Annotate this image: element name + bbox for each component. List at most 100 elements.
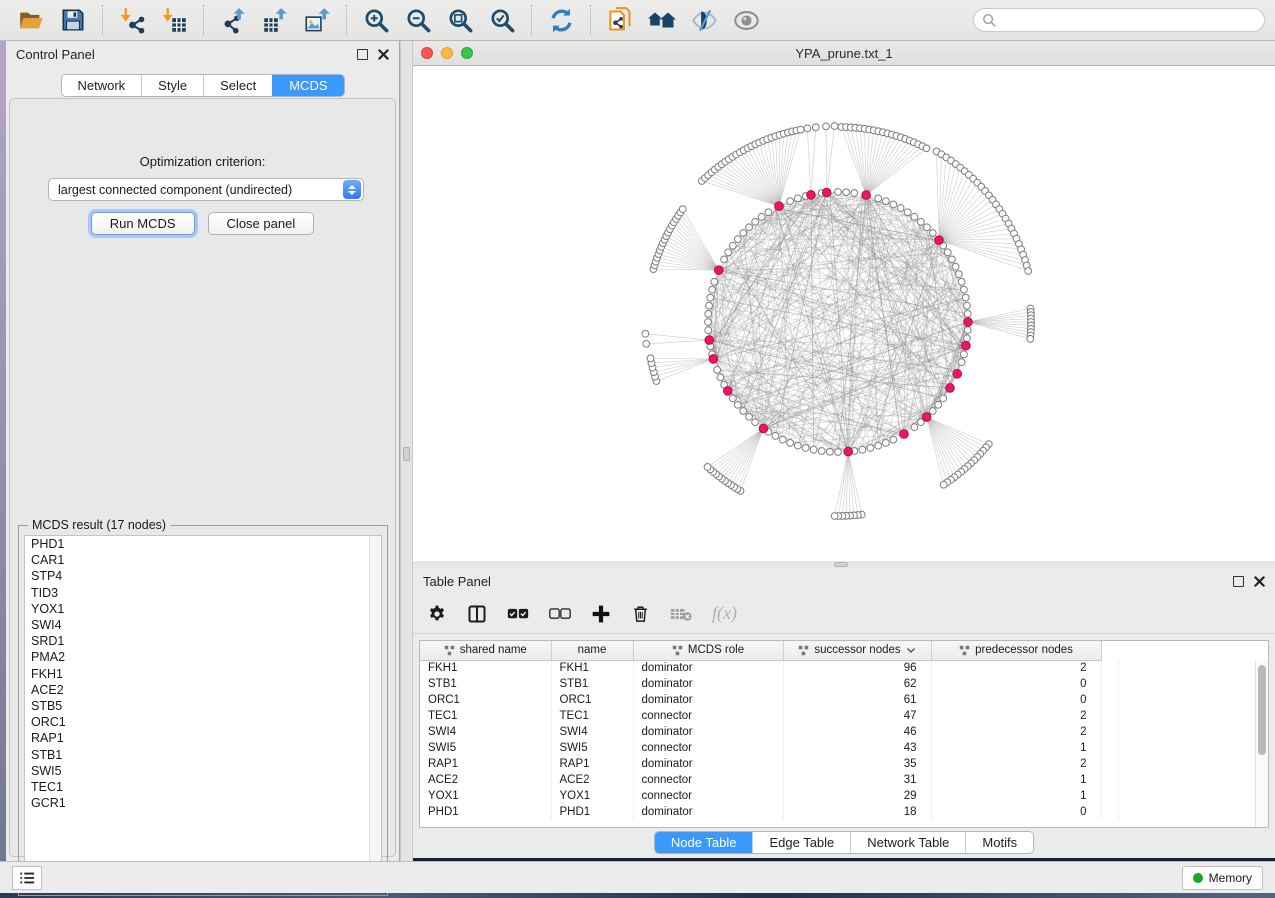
delete-column-icon[interactable] <box>631 604 650 624</box>
mcds-result-item[interactable]: FKH1 <box>25 666 381 682</box>
network-node[interactable] <box>740 230 747 237</box>
network-node[interactable] <box>882 198 889 205</box>
network-node[interactable] <box>812 124 819 131</box>
splitter-handle[interactable] <box>403 447 410 461</box>
network-node[interactable] <box>962 294 969 301</box>
network-node[interactable] <box>843 189 850 196</box>
network-node[interactable] <box>923 145 930 152</box>
import-table-icon[interactable] <box>159 5 189 35</box>
export-table-icon[interactable] <box>260 5 290 35</box>
network-node[interactable] <box>897 205 904 212</box>
delete-table-icon-disabled[interactable] <box>670 606 692 622</box>
mcds-result-item[interactable]: STP4 <box>25 568 381 584</box>
column-header-predecessor-nodes[interactable]: predecessor nodes <box>931 641 1101 660</box>
zoom-in-icon[interactable] <box>361 5 391 35</box>
table-row[interactable]: STB1STB1dominator620 <box>420 676 1118 692</box>
run-mcds-button[interactable]: Run MCDS <box>91 212 195 235</box>
network-node[interactable] <box>964 302 971 309</box>
column-header-name[interactable]: name <box>551 641 633 660</box>
tab-edge-table[interactable]: Edge Table <box>752 832 850 853</box>
mcds-hub-node[interactable] <box>709 355 718 364</box>
network-node[interactable] <box>804 125 811 132</box>
network-node[interactable] <box>705 319 712 326</box>
table-row[interactable]: SWI4SWI4dominator462 <box>420 724 1118 740</box>
mcds-hub-node[interactable] <box>953 370 962 379</box>
network-node[interactable] <box>709 286 716 293</box>
network-node[interactable] <box>752 419 759 426</box>
export-image-icon[interactable] <box>302 5 332 35</box>
tab-select[interactable]: Select <box>203 75 272 96</box>
mcds-hub-node[interactable] <box>705 336 714 345</box>
mcds-result-item[interactable]: PMA2 <box>25 649 381 665</box>
network-node[interactable] <box>711 278 718 285</box>
close-panel-icon[interactable] <box>378 49 389 60</box>
mcds-hub-node[interactable] <box>714 266 723 275</box>
network-node[interactable] <box>705 310 712 317</box>
network-node[interactable] <box>823 123 830 130</box>
network-node[interactable] <box>929 408 936 415</box>
column-header-mcds-role[interactable]: MCDS role <box>633 641 783 660</box>
table-row[interactable]: PHD1PHD1dominator180 <box>420 804 1118 820</box>
network-node[interactable] <box>794 442 801 449</box>
network-node[interactable] <box>706 302 713 309</box>
tab-network-table[interactable]: Network Table <box>850 832 965 853</box>
go-home-icon[interactable] <box>647 5 677 35</box>
network-node[interactable] <box>961 351 968 358</box>
network-node[interactable] <box>729 395 736 402</box>
float-panel-icon[interactable] <box>1233 576 1244 587</box>
network-node[interactable] <box>958 278 965 285</box>
network-node[interactable] <box>859 446 866 453</box>
network-node[interactable] <box>964 335 971 342</box>
mcds-hub-node[interactable] <box>964 318 973 327</box>
network-node[interactable] <box>717 374 724 381</box>
network-node[interactable] <box>964 310 971 317</box>
mcds-hub-node[interactable] <box>807 191 816 200</box>
table-scrollbar[interactable] <box>1255 660 1268 827</box>
table-row[interactable]: SWI5SWI5connector431 <box>420 740 1118 756</box>
export-network-icon[interactable] <box>218 5 248 35</box>
import-network-icon[interactable] <box>117 5 147 35</box>
network-node[interactable] <box>831 513 838 520</box>
refresh-view-icon[interactable] <box>546 5 576 35</box>
task-history-button[interactable] <box>12 866 42 890</box>
column-header-shared-name[interactable]: shared name <box>420 641 551 660</box>
network-node[interactable] <box>831 123 838 130</box>
mcds-hub-node[interactable] <box>759 424 768 433</box>
table-settings-gear-icon[interactable] <box>427 604 447 624</box>
mcds-result-item[interactable]: SWI5 <box>25 763 381 779</box>
network-node[interactable] <box>964 327 971 334</box>
mcds-result-item[interactable]: RAP1 <box>25 730 381 746</box>
network-node[interactable] <box>867 445 874 452</box>
mcds-hub-node[interactable] <box>862 191 871 200</box>
zoom-fit-icon[interactable] <box>445 5 475 35</box>
network-node[interactable] <box>705 327 712 334</box>
network-canvas[interactable] <box>413 66 1275 560</box>
mcds-result-item[interactable]: YOX1 <box>25 601 381 617</box>
network-node[interactable] <box>802 445 809 452</box>
network-node[interactable] <box>642 330 649 337</box>
network-node[interactable] <box>851 190 858 197</box>
mcds-hub-node[interactable] <box>946 384 955 393</box>
network-node[interactable] <box>746 413 753 420</box>
network-node[interactable] <box>961 286 968 293</box>
tab-mcds[interactable]: MCDS <box>272 75 343 96</box>
network-node[interactable] <box>787 439 794 446</box>
network-node[interactable] <box>707 294 714 301</box>
network-node[interactable] <box>875 442 882 449</box>
table-row[interactable]: RAP1RAP1dominator352 <box>420 756 1118 772</box>
network-node[interactable] <box>643 340 650 347</box>
search-input[interactable] <box>997 13 1256 27</box>
network-node[interactable] <box>835 449 842 456</box>
scrollbar-thumb[interactable] <box>1258 665 1266 755</box>
mcds-hub-node[interactable] <box>723 387 732 396</box>
network-node[interactable] <box>714 366 721 373</box>
table-row[interactable]: ACE2ACE2connector311 <box>420 772 1118 788</box>
network-node[interactable] <box>810 446 817 453</box>
table-row[interactable]: ORC1ORC1dominator610 <box>420 692 1118 708</box>
mcds-result-item[interactable]: TID3 <box>25 585 381 601</box>
mcds-result-item[interactable]: STB1 <box>25 747 381 763</box>
network-node[interactable] <box>647 355 654 362</box>
network-node[interactable] <box>740 408 747 415</box>
network-node[interactable] <box>911 424 918 431</box>
network-node[interactable] <box>794 195 801 202</box>
